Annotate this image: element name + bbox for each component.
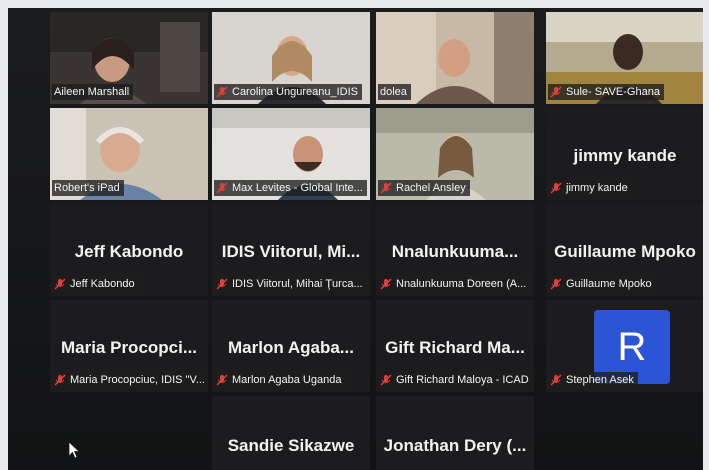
participant-name-label: Robert's iPad — [52, 180, 124, 196]
participant-name-label: IDIS Viitorul, Mihai Ţurca... — [214, 276, 367, 292]
participant-name-label: Stephen Asek — [548, 372, 638, 388]
participant-tile-max-levites[interactable]: Max Levites - Global Inte... — [212, 108, 370, 200]
muted-mic-icon — [550, 278, 562, 290]
participant-display-name: Guillaume Mpoko — [554, 242, 696, 261]
participant-display-name: IDIS Viitorul, Mi... — [221, 242, 361, 261]
muted-mic-icon — [216, 86, 228, 98]
participant-display-name: Maria Procopci... — [60, 338, 198, 357]
participant-tile-carolina[interactable]: Carolina Ungureanu_IDIS — [212, 12, 370, 104]
zoom-gallery-view: Aileen Marshall Carolina Ungureanu_IDIS … — [0, 0, 709, 470]
participant-tile-gift-richard[interactable]: Gift Richard Ma... Gift Richard Maloya -… — [376, 300, 534, 392]
participant-display-name: Marlon Agaba... — [228, 338, 354, 357]
participant-tile-nnalunkuuma[interactable]: Nnalunkuuma... Nnalunkuuma Doreen (A... — [376, 204, 534, 296]
participant-display-name: Jonathan Dery (... — [383, 436, 527, 455]
window-frame-top — [0, 0, 709, 8]
participant-name-label: Sule- SAVE-Ghana — [548, 84, 664, 100]
participant-tile-roberts-ipad[interactable]: Robert's iPad — [50, 108, 208, 200]
participant-name-label: dolea — [378, 84, 411, 100]
participant-name-label: Aileen Marshall — [52, 84, 134, 100]
muted-mic-icon — [54, 374, 66, 386]
participant-display-name: Nnalunkuuma... — [391, 242, 519, 261]
participant-tile-guillaume-mpoko[interactable]: Guillaume Mpoko Guillaume Mpoko — [546, 204, 704, 296]
participant-tile-rachel-ansley[interactable]: Rachel Ansley — [376, 108, 534, 200]
participant-name-label: Maria Procopciuc, IDIS "V... — [52, 372, 208, 388]
muted-mic-icon — [54, 278, 66, 290]
window-frame-right — [703, 0, 709, 470]
muted-mic-icon — [216, 182, 228, 194]
muted-mic-icon — [216, 278, 228, 290]
muted-mic-icon — [380, 278, 392, 290]
participant-name-label: jimmy kande — [548, 180, 632, 196]
muted-mic-icon — [550, 86, 562, 98]
participant-name-label: Rachel Ansley — [378, 180, 470, 196]
participant-display-name: Sandie Sikazwe — [227, 436, 355, 455]
muted-mic-icon — [380, 374, 392, 386]
muted-mic-icon — [550, 374, 562, 386]
participant-name-label: Marlon Agaba Uganda — [214, 372, 346, 388]
participant-tile-idis-viitorul[interactable]: IDIS Viitorul, Mi... IDIS Viitorul, Miha… — [212, 204, 370, 296]
participant-name-label: Gift Richard Maloya - ICAD — [378, 372, 533, 388]
participant-name-label: Nnalunkuuma Doreen (A... — [378, 276, 531, 292]
mouse-pointer-icon — [68, 441, 80, 459]
participant-display-name: jimmy kande — [573, 146, 677, 165]
participant-tile-dolea[interactable]: dolea — [376, 12, 534, 104]
participant-tile-sandie-sikazwe[interactable]: Sandie Sikazwe — [212, 396, 370, 470]
participant-tile-maria-procopciuc[interactable]: Maria Procopci... Maria Procopciuc, IDIS… — [50, 300, 208, 392]
muted-mic-icon — [550, 182, 562, 194]
participant-tile-jeff-kabondo[interactable]: Jeff Kabondo Jeff Kabondo — [50, 204, 208, 296]
participant-name-label: Max Levites - Global Inte... — [214, 180, 367, 196]
participant-tile-stephen-asek[interactable]: R Stephen Asek — [546, 300, 704, 392]
participant-name-label: Carolina Ungureanu_IDIS — [214, 84, 362, 100]
window-frame-left — [0, 0, 8, 470]
participant-display-name: Jeff Kabondo — [74, 242, 184, 261]
participant-name-label: Guillaume Mpoko — [548, 276, 656, 292]
muted-mic-icon — [380, 182, 392, 194]
participant-tile-aileen-marshall[interactable]: Aileen Marshall — [50, 12, 208, 104]
participant-name-label: Jeff Kabondo — [52, 276, 139, 292]
muted-mic-icon — [216, 374, 228, 386]
participant-tile-jimmy-kande[interactable]: jimmy kande jimmy kande — [546, 108, 704, 200]
participant-tile-marlon-agaba[interactable]: Marlon Agaba... Marlon Agaba Uganda — [212, 300, 370, 392]
participant-tile-sule[interactable]: Sule- SAVE-Ghana — [546, 12, 704, 104]
participant-tile-jonathan-dery[interactable]: Jonathan Dery (... — [376, 396, 534, 470]
participant-display-name: Gift Richard Ma... — [385, 338, 525, 357]
